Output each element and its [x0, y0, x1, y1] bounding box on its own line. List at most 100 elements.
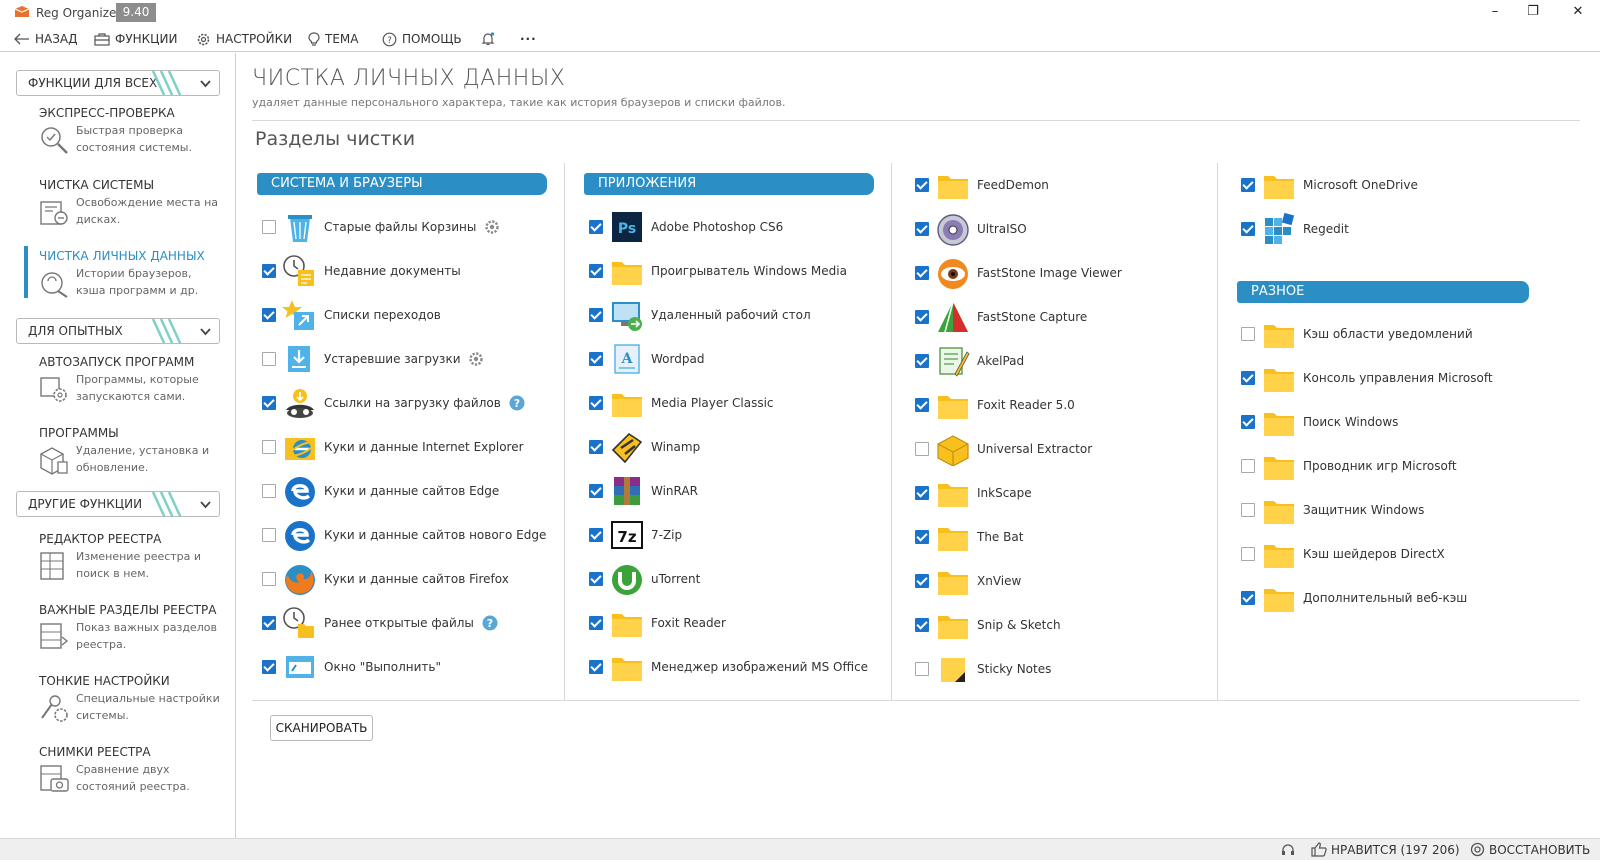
cleanup-item[interactable]: Защитник Windows — [1241, 493, 1541, 527]
item-checkbox[interactable] — [589, 660, 603, 674]
item-checkbox[interactable] — [915, 442, 929, 456]
item-checkbox[interactable] — [1241, 591, 1255, 605]
support-button[interactable] — [1280, 842, 1300, 858]
sidebar-item-registry-editor[interactable]: РЕДАКТОР РЕЕСТРА Изменение реестра и пои… — [24, 532, 224, 588]
settings-button[interactable]: НАСТРОЙКИ — [196, 29, 292, 49]
like-button[interactable]: НРАВИТСЯ (197 206) — [1311, 842, 1460, 857]
item-checkbox[interactable] — [262, 220, 276, 234]
cleanup-item[interactable]: Старые файлы Корзины — [262, 210, 562, 244]
cleanup-item[interactable]: A Wordpad — [589, 342, 889, 376]
item-checkbox[interactable] — [262, 264, 276, 278]
item-checkbox[interactable] — [589, 616, 603, 630]
cleanup-item[interactable]: XnView — [915, 564, 1215, 598]
cleanup-item[interactable]: Списки переходов — [262, 298, 562, 332]
functions-button[interactable]: ФУНКЦИИ — [94, 29, 177, 49]
help-button[interactable]: ? ПОМОЩЬ — [382, 29, 462, 49]
item-checkbox[interactable] — [1241, 415, 1255, 429]
item-checkbox[interactable] — [589, 440, 603, 454]
gear-icon[interactable] — [468, 351, 484, 367]
cleanup-item[interactable]: Проводник игр Microsoft — [1241, 449, 1541, 483]
cleanup-item[interactable]: Куки и данные Internet Explorer — [262, 430, 562, 464]
item-checkbox[interactable] — [915, 266, 929, 280]
help-icon[interactable]: ? — [509, 395, 525, 411]
item-checkbox[interactable] — [1241, 222, 1255, 236]
item-checkbox[interactable] — [262, 616, 276, 630]
cleanup-item[interactable]: Устаревшие загрузки — [262, 342, 562, 376]
cleanup-item[interactable]: InkScape — [915, 476, 1215, 510]
item-checkbox[interactable] — [1241, 327, 1255, 341]
theme-button[interactable]: ТЕМА — [308, 29, 358, 49]
cleanup-item[interactable]: Universal Extractor — [915, 432, 1215, 466]
sidebar-item-privacy-cleanup[interactable]: ЧИСТКА ЛИЧНЫХ ДАННЫХ Истории браузеров, … — [24, 249, 224, 305]
cleanup-item[interactable]: Winamp — [589, 430, 889, 464]
more-button[interactable]: ··· — [520, 29, 537, 49]
restore-button[interactable]: ВОССТАНОВИТЬ — [1470, 842, 1590, 857]
item-checkbox[interactable] — [915, 618, 929, 632]
item-checkbox[interactable] — [589, 264, 603, 278]
cleanup-item[interactable]: Окно "Выполнить" — [262, 650, 562, 684]
help-icon[interactable]: ? — [482, 615, 498, 631]
item-checkbox[interactable] — [262, 660, 276, 674]
sidebar-item-important-keys[interactable]: ВАЖНЫЕ РАЗДЕЛЫ РЕЕСТРА Показ важных разд… — [24, 603, 224, 659]
sidebar-item-tweaks[interactable]: ТОНКИЕ НАСТРОЙКИ Специальные настройки с… — [24, 674, 224, 730]
cleanup-item[interactable]: Менеджер изображений MS Office — [589, 650, 889, 684]
item-checkbox[interactable] — [915, 662, 929, 676]
cleanup-item[interactable]: Ссылки на загрузку файлов? — [262, 386, 562, 420]
cleanup-item[interactable]: FastStone Capture — [915, 300, 1215, 334]
help-button[interactable]: ? — [509, 395, 525, 411]
cleanup-item[interactable]: 7z 7-Zip — [589, 518, 889, 552]
item-checkbox[interactable] — [915, 486, 929, 500]
sidebar-item-autorun[interactable]: АВТОЗАПУСК ПРОГРАММ Программы, которые з… — [24, 355, 224, 411]
sidebar-item-express-check[interactable]: ЭКСПРЕСС-ПРОВЕРКА Быстрая проверка состо… — [24, 106, 224, 162]
cleanup-item[interactable]: uTorrent — [589, 562, 889, 596]
item-checkbox[interactable] — [1241, 371, 1255, 385]
cleanup-item[interactable]: Foxit Reader — [589, 606, 889, 640]
group-header-advanced[interactable]: ДЛЯ ОПЫТНЫХ — [16, 318, 220, 344]
gear-button[interactable] — [484, 219, 500, 235]
cleanup-item[interactable]: FeedDemon — [915, 168, 1215, 202]
cleanup-item[interactable]: Foxit Reader 5.0 — [915, 388, 1215, 422]
cleanup-item[interactable]: Недавние документы — [262, 254, 562, 288]
cleanup-item[interactable]: WinRAR — [589, 474, 889, 508]
cleanup-item[interactable]: Консоль управления Microsoft — [1241, 361, 1541, 395]
item-checkbox[interactable] — [915, 574, 929, 588]
minimize-button[interactable]: – — [1480, 2, 1510, 22]
item-checkbox[interactable] — [262, 572, 276, 586]
cleanup-item[interactable]: Дополнительный веб-кэш — [1241, 581, 1541, 615]
item-checkbox[interactable] — [915, 354, 929, 368]
cleanup-item[interactable]: Кэш шейдеров DirectX — [1241, 537, 1541, 571]
cleanup-item[interactable]: Snip & Sketch — [915, 608, 1215, 642]
item-checkbox[interactable] — [1241, 459, 1255, 473]
item-checkbox[interactable] — [589, 572, 603, 586]
item-checkbox[interactable] — [589, 220, 603, 234]
cleanup-item[interactable]: FastStone Image Viewer — [915, 256, 1215, 290]
cleanup-item[interactable]: Куки и данные сайтов Edge — [262, 474, 562, 508]
notifications-button[interactable] — [480, 29, 501, 49]
back-button[interactable]: НАЗАД — [14, 29, 78, 49]
cleanup-item[interactable]: Ps Adobe Photoshop CS6 — [589, 210, 889, 244]
maximize-button[interactable]: ❐ — [1518, 2, 1548, 22]
cleanup-item[interactable]: Проигрыватель Windows Media — [589, 254, 889, 288]
item-checkbox[interactable] — [1241, 503, 1255, 517]
item-checkbox[interactable] — [915, 310, 929, 324]
sidebar-item-snapshots[interactable]: СНИМКИ РЕЕСТРА Сравнение двух состояний … — [24, 745, 224, 801]
cleanup-item[interactable]: Куки и данные сайтов нового Edge — [262, 518, 562, 552]
item-checkbox[interactable] — [915, 178, 929, 192]
cleanup-item[interactable]: Sticky Notes — [915, 652, 1215, 686]
group-header-other[interactable]: ДРУГИЕ ФУНКЦИИ — [16, 491, 220, 517]
scan-button[interactable]: СКАНИРОВАТЬ — [270, 715, 373, 741]
sidebar-item-system-cleanup[interactable]: ЧИСТКА СИСТЕМЫ Освобождение места на дис… — [24, 178, 224, 234]
item-checkbox[interactable] — [589, 308, 603, 322]
item-checkbox[interactable] — [589, 528, 603, 542]
group-header-for-all[interactable]: ФУНКЦИИ ДЛЯ ВСЕХ — [16, 70, 220, 96]
gear-icon[interactable] — [484, 219, 500, 235]
item-checkbox[interactable] — [262, 308, 276, 322]
cleanup-item[interactable]: Куки и данные сайтов Firefox — [262, 562, 562, 596]
cleanup-item[interactable]: Ранее открытые файлы? — [262, 606, 562, 640]
cleanup-item[interactable]: UltraISO — [915, 212, 1215, 246]
item-checkbox[interactable] — [1241, 178, 1255, 192]
item-checkbox[interactable] — [915, 530, 929, 544]
help-button[interactable]: ? — [482, 615, 498, 631]
item-checkbox[interactable] — [589, 484, 603, 498]
close-button[interactable]: ✕ — [1563, 2, 1593, 22]
